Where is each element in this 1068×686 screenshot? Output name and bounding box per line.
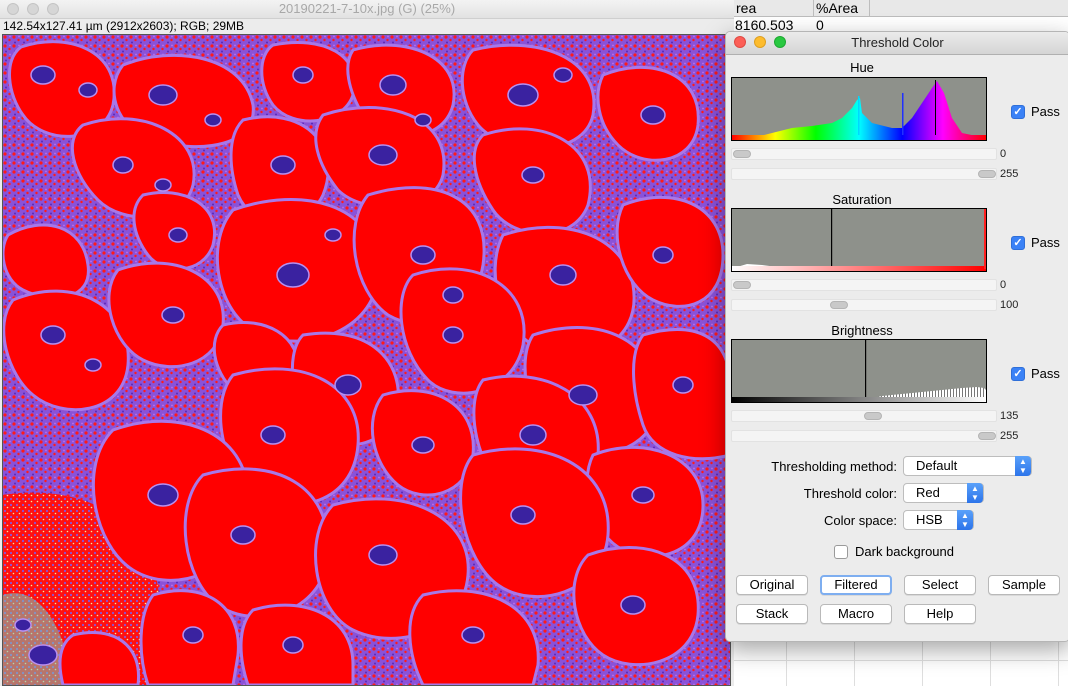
help-button[interactable]: Help: [904, 604, 976, 624]
thresholded-micrograph: [3, 35, 730, 685]
hue-min-value: 0: [1000, 148, 1007, 160]
threshold-color-dialog: Threshold Color Hue ✓ Pass 0 255 Saturat…: [725, 31, 1068, 642]
hue-pass-label: Pass: [1031, 104, 1060, 119]
threshold-color-value: Red: [916, 485, 940, 500]
saturation-pass[interactable]: ✓ Pass: [1011, 235, 1060, 250]
dialog-title: Threshold Color: [851, 35, 944, 50]
brightness-max-slider[interactable]: [731, 430, 997, 442]
saturation-pass-label: Pass: [1031, 235, 1060, 250]
brightness-label: Brightness: [831, 323, 893, 338]
hue-pass-checkbox[interactable]: ✓: [1011, 104, 1025, 119]
hue-min-slider[interactable]: [731, 148, 997, 160]
dialog-titlebar: Threshold Color: [726, 32, 1068, 55]
saturation-label: Saturation: [832, 192, 892, 207]
grid-line: [734, 660, 1068, 661]
column-header-area[interactable]: rea: [734, 0, 814, 16]
grid-line: [854, 636, 855, 686]
filtered-button[interactable]: Filtered: [820, 575, 892, 595]
brightness-max-value: 255: [1000, 430, 1019, 442]
slider-thumb[interactable]: [733, 150, 751, 158]
grid-line: [990, 636, 991, 686]
brightness-histogram-plot: [732, 340, 986, 402]
slider-thumb[interactable]: [830, 301, 848, 309]
slider-thumb[interactable]: [733, 281, 751, 289]
grid-line: [1058, 636, 1059, 686]
slider-thumb[interactable]: [978, 432, 996, 440]
thresholding-method-select[interactable]: Default ▲ ▼: [903, 456, 1032, 476]
hue-label: Hue: [850, 60, 874, 75]
grid-line: [786, 636, 787, 686]
brightness-histogram: [731, 339, 987, 403]
column-header-percent-area[interactable]: %Area: [814, 0, 870, 16]
hue-histogram: [731, 77, 987, 141]
slider-thumb[interactable]: [978, 170, 996, 178]
saturation-min-slider[interactable]: [731, 279, 997, 291]
grid-line: [922, 636, 923, 686]
select-button[interactable]: Select: [904, 575, 976, 595]
color-space-label: Color space:: [824, 513, 897, 528]
saturation-min-value: 0: [1000, 279, 1007, 291]
macro-button[interactable]: Macro: [820, 604, 892, 624]
original-button[interactable]: Original: [736, 575, 808, 595]
slider-thumb[interactable]: [864, 412, 882, 420]
saturation-max-value: 100: [1000, 299, 1019, 311]
hue-pass[interactable]: ✓ Pass: [1011, 104, 1060, 119]
brightness-pass-checkbox[interactable]: ✓: [1011, 366, 1025, 381]
hue-max-value: 255: [1000, 168, 1019, 180]
saturation-histogram-plot: [732, 209, 986, 271]
thresholding-method-value: Default: [916, 458, 958, 473]
results-header: rea %Area: [734, 0, 1068, 17]
chevron-updown-icon: ▲ ▼: [967, 483, 983, 503]
stack-button[interactable]: Stack: [736, 604, 808, 624]
brightness-pass[interactable]: ✓ Pass: [1011, 366, 1060, 381]
threshold-color-label: Threshold color:: [803, 486, 897, 501]
dark-background-option[interactable]: Dark background: [834, 544, 954, 559]
image-title: 20190221-7-10x.jpg (G) (25%): [278, 1, 456, 16]
dark-background-checkbox[interactable]: [834, 544, 848, 559]
brightness-pass-label: Pass: [1031, 366, 1060, 381]
dark-background-label: Dark background: [855, 544, 954, 559]
hue-max-slider[interactable]: [731, 168, 997, 180]
brightness-min-slider[interactable]: [731, 410, 997, 422]
image-info-line: 142.54x127.41 µm (2912x2603); RGB; 29MB: [3, 19, 245, 33]
saturation-max-slider[interactable]: [731, 299, 997, 311]
image-titlebar: 20190221-7-10x.jpg (G) (25%): [0, 0, 734, 19]
chevron-updown-icon: ▲ ▼: [957, 510, 973, 530]
color-space-select[interactable]: HSB ▲ ▼: [903, 510, 974, 530]
chevron-updown-icon: ▲ ▼: [1015, 456, 1031, 476]
saturation-pass-checkbox[interactable]: ✓: [1011, 235, 1025, 250]
thresholding-method-label: Thresholding method:: [771, 459, 897, 474]
image-canvas[interactable]: [2, 34, 731, 686]
hue-histogram-plot: [732, 80, 986, 140]
image-window: 20190221-7-10x.jpg (G) (25%) 142.54x127.…: [0, 0, 734, 686]
color-space-value: HSB: [916, 512, 943, 527]
threshold-color-select[interactable]: Red ▲ ▼: [903, 483, 984, 503]
saturation-histogram: [731, 208, 987, 272]
brightness-min-value: 135: [1000, 410, 1019, 422]
sample-button[interactable]: Sample: [988, 575, 1060, 595]
